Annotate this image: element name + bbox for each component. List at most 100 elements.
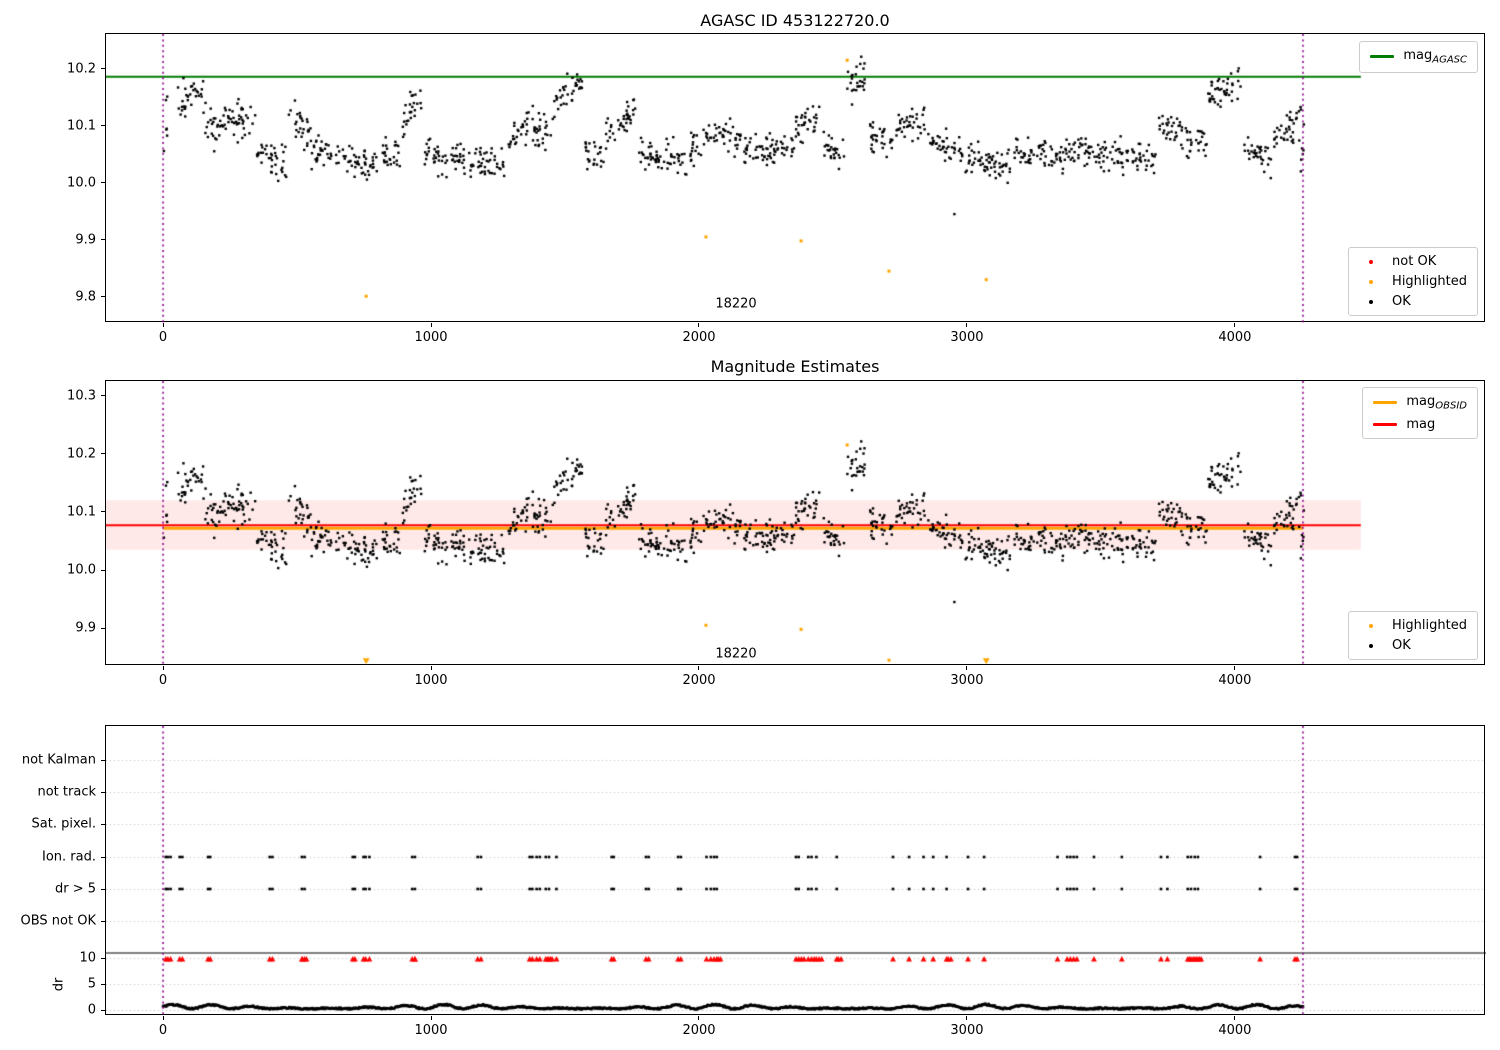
top-plot-canvas (106, 34, 1486, 323)
y-tick-mark (101, 1009, 105, 1011)
y-tick-label: 9.9 (75, 620, 96, 636)
y-tick-label: 10.2 (67, 61, 96, 77)
x-tick-mark (430, 1016, 432, 1020)
y-tick-label: 10.1 (67, 504, 96, 520)
flag-category-label: Sat. pixel. (31, 816, 96, 832)
orange-dot-icon (1359, 279, 1383, 284)
middle-legend-point-types: Highlighted OK (1348, 611, 1478, 660)
x-tick-mark (162, 666, 164, 670)
flag-category-label: not track (37, 784, 96, 800)
flag-category-label: Ion. rad. (42, 849, 96, 865)
x-tick-mark (1234, 666, 1236, 670)
legend-row-mag: mag (1373, 417, 1467, 432)
middle-plot-canvas (106, 381, 1486, 666)
x-tick-label: 4000 (1218, 1023, 1252, 1038)
x-tick-mark (966, 323, 968, 327)
legend-row: magAGASC (1370, 48, 1467, 66)
x-tick-label: 4000 (1218, 330, 1252, 345)
middle-plot-title: Magnitude Estimates (710, 357, 880, 376)
x-tick-mark (698, 1016, 700, 1020)
y-tick-label: 10.0 (67, 175, 96, 191)
legend-label: Highlighted (1392, 274, 1467, 289)
x-tick-label: 1000 (414, 673, 448, 688)
y-tick-mark (101, 569, 105, 571)
x-tick-mark (698, 666, 700, 670)
y-tick-mark (101, 627, 105, 629)
y-tick-label: 10.3 (67, 388, 96, 404)
y-tick-mark (101, 511, 105, 513)
x-tick-label: 3000 (950, 330, 984, 345)
y-tick-label: 10.1 (67, 118, 96, 134)
legend-row-ok: OK (1359, 294, 1467, 309)
y-tick-mark (101, 453, 105, 455)
obsid-annotation: 18220 (715, 646, 757, 662)
x-tick-label: 1000 (414, 330, 448, 345)
figure: AGASC ID 453122720.0 Magnitude Estimates… (0, 0, 1500, 1050)
black-dot-icon (1359, 299, 1383, 304)
legend-row-mag-obsid: magOBSID (1373, 394, 1467, 412)
x-tick-label: 0 (158, 1023, 168, 1038)
x-tick-label: 4000 (1218, 673, 1252, 688)
dr-tick-label: 5 (87, 976, 96, 992)
legend-label: magOBSID (1406, 394, 1467, 412)
top-legend-point-types: not OK Highlighted OK (1348, 247, 1478, 316)
y-tick-mark (101, 888, 105, 890)
orange-dot-icon (1359, 623, 1383, 628)
x-tick-mark (162, 323, 164, 327)
y-tick-label: 9.8 (75, 289, 96, 305)
black-dot-icon (1359, 643, 1383, 648)
legend-row-not-ok: not OK (1359, 254, 1467, 269)
y-tick-label: 10.0 (67, 562, 96, 578)
legend-label: OK (1392, 294, 1411, 309)
x-tick-mark (966, 1016, 968, 1020)
y-tick-mark (101, 182, 105, 184)
x-tick-label: 0 (158, 330, 168, 345)
legend-label: not OK (1392, 254, 1437, 269)
y-tick-mark (101, 957, 105, 959)
middle-plot-area: 18220 magOBSID mag Highlighted OK 0 1000… (67, 380, 1486, 688)
y-tick-mark (101, 983, 105, 985)
x-tick-label: 2000 (682, 673, 716, 688)
y-tick-mark (101, 791, 105, 793)
x-tick-mark (966, 666, 968, 670)
legend-label: mag (1406, 416, 1436, 432)
legend-label: magAGASC (1403, 48, 1467, 66)
x-tick-mark (430, 323, 432, 327)
y-tick-mark (101, 920, 105, 922)
x-tick-mark (162, 1016, 164, 1020)
x-tick-label: 3000 (950, 1023, 984, 1038)
green-line-swatch (1370, 55, 1395, 59)
obsid-annotation: 18220 (715, 296, 757, 312)
top-plot-title: AGASC ID 453122720.0 (700, 11, 890, 30)
y-tick-mark (101, 759, 105, 761)
dr-tick-label: 0 (87, 1002, 96, 1018)
x-tick-mark (1234, 323, 1236, 327)
y-tick-mark (101, 125, 105, 127)
middle-legend-mag-lines: magOBSID mag (1362, 387, 1478, 439)
x-tick-label: 1000 (414, 1023, 448, 1038)
dr-axis-label: dr (51, 977, 67, 992)
x-tick-label: 3000 (950, 673, 984, 688)
y-tick-label: 9.9 (75, 232, 96, 248)
flag-category-label: OBS not OK (20, 913, 97, 929)
legend-label: OK (1392, 638, 1411, 653)
y-tick-mark (101, 856, 105, 858)
x-tick-label: 2000 (682, 330, 716, 345)
dr-tick-label: 10 (79, 950, 96, 966)
red-line-swatch (1373, 422, 1398, 426)
x-tick-mark (1234, 1016, 1236, 1020)
y-tick-mark (101, 823, 105, 825)
x-tick-mark (698, 323, 700, 327)
x-tick-label: 0 (158, 673, 168, 688)
flag-category-label: not Kalman (21, 752, 96, 768)
x-tick-label: 2000 (682, 1023, 716, 1038)
x-tick-mark (430, 666, 432, 670)
top-plot-area: 18220 magAGASC not OK Highlighted OK 0 1… (67, 33, 1486, 345)
top-legend-mag-agasc: magAGASC (1359, 41, 1478, 73)
flags-plot-area: 0 1000 2000 3000 4000 not Kalman not track Sat.… (21, 725, 1486, 1038)
y-tick-mark (101, 239, 105, 241)
legend-row-highlighted: Highlighted (1359, 618, 1467, 633)
legend-label: Highlighted (1392, 618, 1467, 633)
y-tick-label: 10.2 (67, 446, 96, 462)
y-tick-mark (101, 395, 105, 397)
